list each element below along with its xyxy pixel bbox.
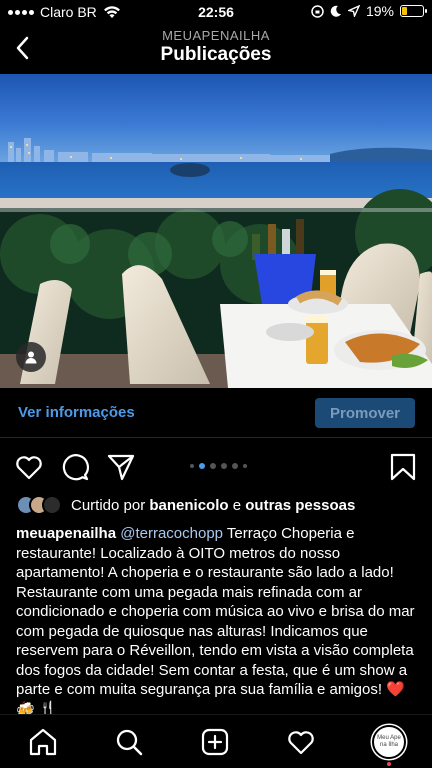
notification-dot [387,762,391,766]
post-caption: meuapenailha @terracochopp Terraço Chope… [16,524,420,719]
new-post-icon[interactable] [200,727,230,757]
carousel-dot [243,464,247,468]
carousel-dot-active [199,463,205,469]
share-icon[interactable] [106,452,136,482]
header: MEUAPENAILHA Publicações [0,26,432,74]
likes-joiner: e [232,496,242,514]
screen-lock-icon [311,4,324,18]
location-icon [347,5,360,17]
bookmark-icon[interactable] [388,452,418,482]
page-title: Publicações [160,44,272,65]
restaurant-view-image [0,74,432,388]
profile-avatar[interactable]: Meu Ape na Ilha [372,725,406,759]
person-icon [25,351,37,364]
carousel-dot [232,463,238,469]
battery-percent: 19% [365,3,394,19]
account-name: MEUAPENAILHA [162,28,270,43]
caption-mention[interactable]: @terracochopp [120,525,223,542]
likes-row[interactable]: Curtido por banenicolo e outras pessoas [16,494,416,516]
post-actions [0,448,432,488]
caption-username[interactable]: meuapenailha [16,525,116,542]
promote-button[interactable]: Promover [315,398,415,428]
profile-avatar-label: Meu Ape na Ilha [377,735,401,748]
likes-others[interactable]: outras pessoas [245,497,355,514]
insights-bar: Ver informações Promover [0,388,432,438]
heart-icon[interactable] [14,452,44,482]
caption-text: Terraço Choperia e restaurante! Localiza… [16,525,415,718]
status-right: 19% [311,3,427,19]
moon-icon [330,5,341,17]
bottom-tab-bar: Meu Ape na Ilha [0,714,432,768]
comment-icon[interactable] [60,452,90,482]
carousel-dot [190,464,194,468]
avatar [42,495,62,515]
post-photo[interactable] [0,74,432,388]
liker-avatars [16,495,62,515]
carousel-dot [210,463,216,469]
status-bar: Claro BR 22:56 19% [0,0,432,24]
view-insights-link[interactable]: Ver informações [18,404,135,421]
battery-icon [400,5,427,17]
activity-heart-icon[interactable] [286,727,316,757]
carousel-indicator [190,463,247,469]
likes-prefix: Curtido por [71,496,146,514]
search-icon[interactable] [114,727,144,757]
carousel-dot [221,463,227,469]
liker-username[interactable]: banenicolo [149,497,228,514]
tagged-people-badge[interactable] [16,342,46,372]
home-icon[interactable] [28,727,58,757]
